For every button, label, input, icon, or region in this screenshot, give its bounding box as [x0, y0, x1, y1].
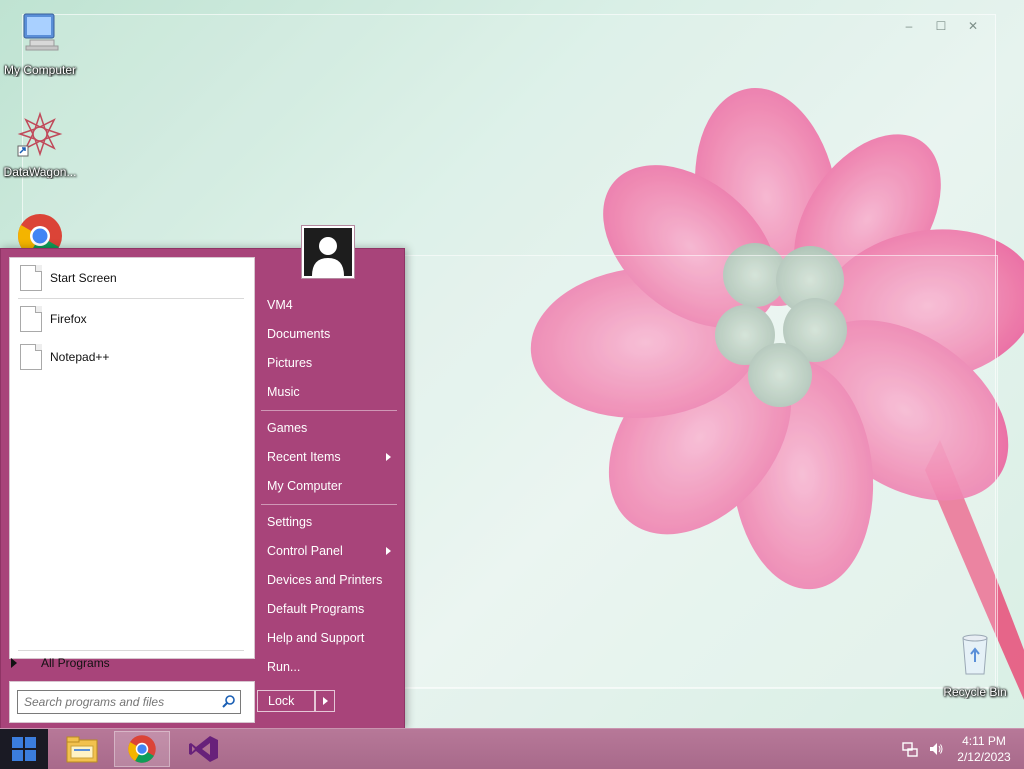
start-link-pictures[interactable]: Pictures [259, 350, 397, 376]
program-label: Firefox [50, 312, 87, 326]
search-icon[interactable] [222, 694, 236, 708]
search-input[interactable] [22, 693, 216, 711]
start-link-games[interactable]: Games [259, 415, 397, 441]
separator [261, 410, 397, 411]
start-link-my-computer[interactable]: My Computer [259, 473, 397, 499]
link-label: Documents [267, 327, 331, 341]
document-icon [20, 344, 42, 370]
search-box[interactable] [17, 690, 241, 714]
separator [18, 298, 244, 299]
program-label: Start Screen [50, 271, 117, 285]
desktop-icon-datawagon[interactable]: DataWagon... [0, 110, 80, 179]
chevron-right-icon [322, 697, 328, 705]
start-link-vm4[interactable]: VM4 [259, 292, 397, 318]
link-label: Pictures [267, 356, 313, 370]
desktop-icon-label: DataWagon... [3, 165, 77, 179]
link-label: Run... [267, 660, 301, 674]
link-label: Settings [267, 515, 313, 529]
datawagon-icon [17, 111, 63, 157]
file-explorer-icon [66, 736, 98, 763]
link-label: Control Panel [267, 544, 343, 558]
link-label: Default Programs [267, 602, 365, 616]
link-label: My Computer [267, 479, 343, 493]
user-avatar[interactable] [301, 225, 355, 279]
taskbar-file-explorer[interactable] [54, 731, 110, 767]
maximize-button[interactable]: ☐ [933, 19, 949, 33]
user-account-icon [304, 228, 352, 276]
submenu-arrow-icon [386, 547, 391, 555]
separator [18, 650, 244, 651]
start-link-run[interactable]: Run... [259, 654, 397, 680]
start-link-recent-items[interactable]: Recent Items [259, 444, 397, 470]
start-link-control-panel[interactable]: Control Panel [259, 538, 397, 564]
lock-button[interactable]: Lock [257, 690, 315, 712]
recycle-bin-icon [962, 634, 988, 675]
window-controls: ‒ ☐ ✕ [901, 19, 981, 33]
link-label: Music [267, 385, 300, 399]
start-menu-programs-pane: Start Screen Firefox Notepad++ [9, 257, 255, 659]
start-link-documents[interactable]: Documents [259, 321, 397, 347]
clock-time: 4:11 PM [962, 734, 1006, 748]
close-button[interactable]: ✕ [965, 19, 981, 33]
taskbar-visual-studio[interactable] [176, 731, 232, 767]
power-options-arrow-button[interactable] [315, 690, 335, 712]
network-icon[interactable] [902, 741, 918, 757]
taskbar: 4:11 PM 2/12/2023 [0, 728, 1024, 769]
all-programs-button[interactable]: All Programs [11, 653, 110, 673]
link-label: Games [267, 421, 308, 435]
lock-label: Lock [268, 694, 295, 708]
start-link-devices-and-printers[interactable]: Devices and Printers [259, 567, 397, 593]
document-icon [20, 265, 42, 291]
program-item-firefox[interactable]: Firefox [20, 305, 87, 333]
start-menu: Start Screen Firefox Notepad++ All Progr… [0, 225, 405, 730]
system-tray: 4:11 PM 2/12/2023 [902, 729, 1014, 769]
volume-icon[interactable] [928, 741, 944, 757]
start-search-area [9, 681, 255, 723]
document-icon [20, 306, 42, 332]
desktop-icon-label: My Computer [3, 63, 77, 77]
start-link-help-and-support[interactable]: Help and Support [259, 625, 397, 651]
link-label: VM4 [267, 298, 293, 312]
minimize-button[interactable]: ‒ [901, 19, 917, 33]
submenu-arrow-icon [386, 453, 391, 461]
system-clock[interactable]: 4:11 PM 2/12/2023 [954, 733, 1014, 765]
taskbar-chrome[interactable] [114, 731, 170, 767]
link-label: Help and Support [267, 631, 365, 645]
desktop-icon-recycle-bin[interactable]: Recycle Bin [935, 630, 1015, 699]
start-link-settings[interactable]: Settings [259, 509, 397, 535]
desktop-icon-my-computer[interactable]: My Computer [0, 8, 80, 77]
windows-logo-icon [12, 737, 36, 761]
link-label: Recent Items [267, 450, 341, 464]
program-item-start-screen[interactable]: Start Screen [20, 264, 117, 292]
link-label: Devices and Printers [267, 573, 383, 587]
expand-arrow-icon [11, 658, 17, 668]
visual-studio-icon [189, 736, 218, 762]
clock-date: 2/12/2023 [957, 750, 1011, 764]
window-content-pane [400, 255, 998, 689]
start-button[interactable] [0, 729, 48, 769]
separator [261, 504, 397, 505]
chrome-icon [128, 735, 156, 763]
program-label: Notepad++ [50, 350, 110, 364]
computer-icon [23, 13, 59, 51]
desktop-icon-label: Recycle Bin [943, 685, 1007, 699]
start-link-music[interactable]: Music [259, 379, 397, 405]
program-item-notepad-plus-plus[interactable]: Notepad++ [20, 343, 109, 371]
all-programs-label: All Programs [41, 656, 110, 670]
start-link-default-programs[interactable]: Default Programs [259, 596, 397, 622]
